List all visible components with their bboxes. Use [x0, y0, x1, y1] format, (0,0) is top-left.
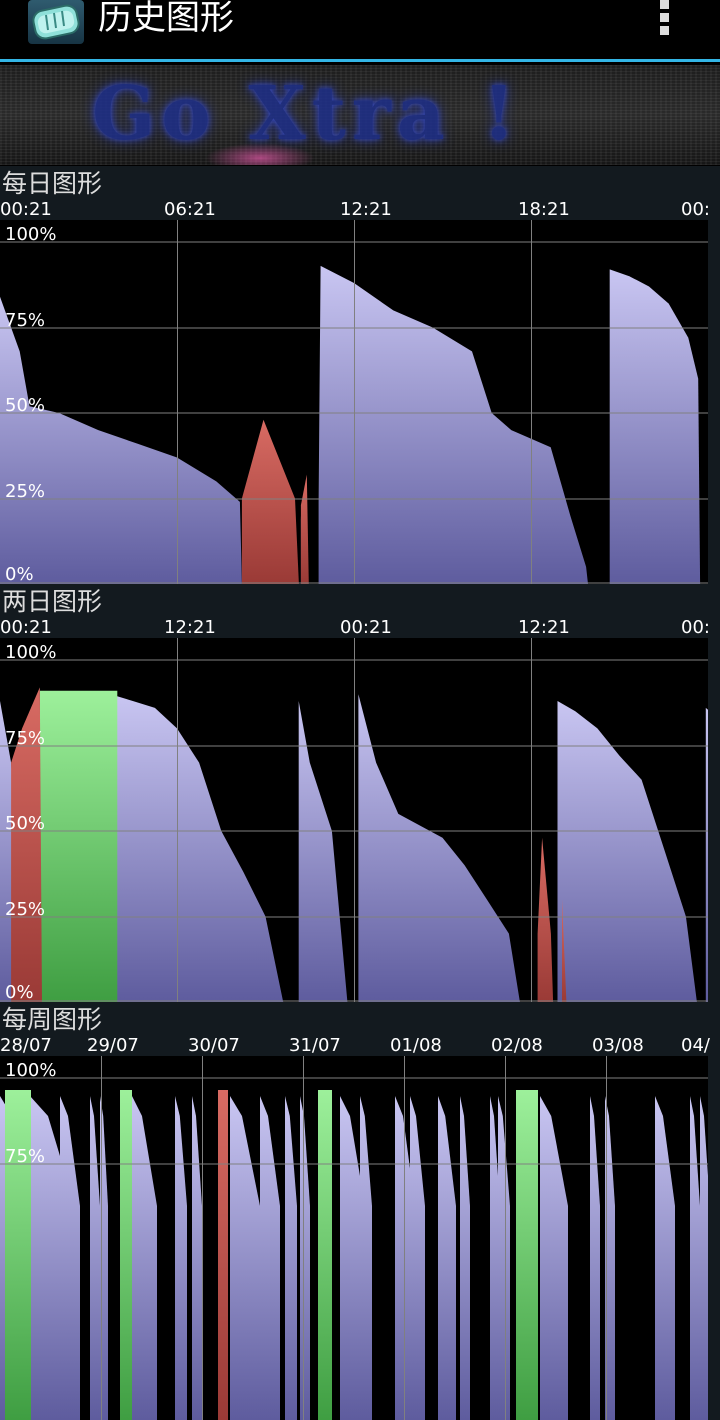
weekly-graph-section: 每周图形 28/07 29/07 30/07 31/07 01/08 02/08… — [0, 1002, 720, 1420]
x-tick-label: 04/ — [681, 1035, 710, 1056]
y-tick-label: 25% — [5, 481, 45, 502]
banner-logo-text: Go Xtra ! — [92, 71, 522, 157]
battery-full-area — [120, 1090, 132, 1420]
battery-charging-area — [241, 419, 299, 584]
battery-discharge-area — [360, 1096, 372, 1420]
two-day-graph-section: 两日图形 00:21 12:21 00:21 12:21 00: 100% 75%… — [0, 584, 720, 1002]
battery-discharge-area — [90, 1096, 100, 1420]
battery-discharge-area — [192, 1096, 202, 1420]
y-tick-label: 50% — [5, 395, 45, 416]
two-day-battery-chart[interactable]: 100% 75% 50% 25% 0% — [0, 638, 708, 1002]
x-tick-label: 18:21 — [518, 199, 570, 220]
page-title: 历史图形 — [98, 0, 234, 38]
battery-discharge-area — [358, 694, 520, 1002]
x-tick-label: 00:21 — [340, 617, 392, 638]
x-tick-label: 00: — [681, 617, 710, 638]
daily-battery-chart[interactable]: 100% 75% 50% 25% 0% — [0, 220, 708, 584]
x-tick-label: 01/08 — [390, 1035, 442, 1056]
y-tick-label: 100% — [5, 224, 56, 245]
battery-full-area — [39, 690, 118, 1002]
x-tick-label: 06:21 — [164, 199, 216, 220]
battery-discharge-area — [460, 1096, 470, 1420]
promo-banner[interactable]: Go Xtra ! — [0, 65, 720, 165]
weekly-graph-title: 每周图形 — [2, 1005, 103, 1034]
overflow-menu-icon[interactable] — [654, 0, 674, 40]
battery-charging-area — [537, 837, 554, 1002]
battery-discharge-area — [300, 1096, 310, 1420]
y-tick-label: 100% — [5, 642, 56, 663]
x-tick-label: 28/07 — [0, 1035, 52, 1056]
battery-discharge-area — [110, 694, 284, 1002]
app-bar: 历史图形 — [0, 0, 720, 62]
y-tick-label: 100% — [5, 1060, 56, 1081]
x-tick-label: 12:21 — [164, 617, 216, 638]
y-tick-label: 0% — [5, 564, 34, 584]
y-tick-label: 25% — [5, 899, 45, 920]
battery-discharge-area — [60, 1096, 80, 1420]
x-tick-label: 31/07 — [289, 1035, 341, 1056]
y-tick-label: 75% — [5, 728, 45, 749]
battery-discharge-area — [438, 1096, 456, 1420]
app-bar-divider — [0, 59, 720, 62]
y-tick-label: 75% — [5, 1146, 45, 1167]
battery-charging-area — [300, 474, 309, 584]
battery-full-area — [318, 1090, 332, 1420]
battery-full-area — [5, 1090, 31, 1420]
x-tick-label: 03/08 — [592, 1035, 644, 1056]
battery-icon[interactable] — [28, 0, 84, 44]
two-day-graph-title: 两日图形 — [2, 587, 103, 616]
y-tick-label: 75% — [5, 310, 45, 331]
x-tick-label: 12:21 — [518, 617, 570, 638]
battery-discharge-area — [590, 1096, 600, 1420]
x-tick-label: 12:21 — [340, 199, 392, 220]
battery-discharge-area — [609, 269, 701, 584]
battery-discharge-area — [655, 1096, 675, 1420]
x-tick-label: 00:21 — [0, 617, 52, 638]
x-tick-label: 00: — [681, 199, 710, 220]
x-tick-label: 29/07 — [87, 1035, 139, 1056]
battery-discharge-area — [410, 1096, 425, 1420]
daily-graph-title: 每日图形 — [2, 169, 103, 198]
battery-discharge-area — [498, 1096, 510, 1420]
battery-discharge-area — [540, 1096, 568, 1420]
battery-discharge-area — [705, 707, 708, 1002]
battery-discharge-area — [700, 1096, 708, 1420]
daily-graph-section: 每日图形 00:21 06:21 12:21 18:21 00: 100% 75%… — [0, 166, 720, 584]
battery-discharge-area — [690, 1096, 700, 1420]
y-tick-label: 0% — [5, 982, 34, 1002]
x-tick-label: 00:21 — [0, 199, 52, 220]
x-tick-label: 02/08 — [491, 1035, 543, 1056]
battery-discharge-area — [0, 296, 242, 584]
y-tick-label: 50% — [5, 813, 45, 834]
battery-discharge-area — [230, 1096, 260, 1420]
battery-discharge-area — [175, 1096, 187, 1420]
x-tick-label: 30/07 — [188, 1035, 240, 1056]
battery-full-area — [516, 1090, 538, 1420]
battery-charging-area — [218, 1090, 228, 1420]
weekly-battery-chart[interactable]: 100% 75% — [0, 1056, 708, 1420]
battery-discharge-area — [318, 265, 588, 584]
battery-discharge-area — [285, 1096, 297, 1420]
battery-discharge-area — [260, 1096, 280, 1420]
battery-discharge-area — [132, 1096, 157, 1420]
